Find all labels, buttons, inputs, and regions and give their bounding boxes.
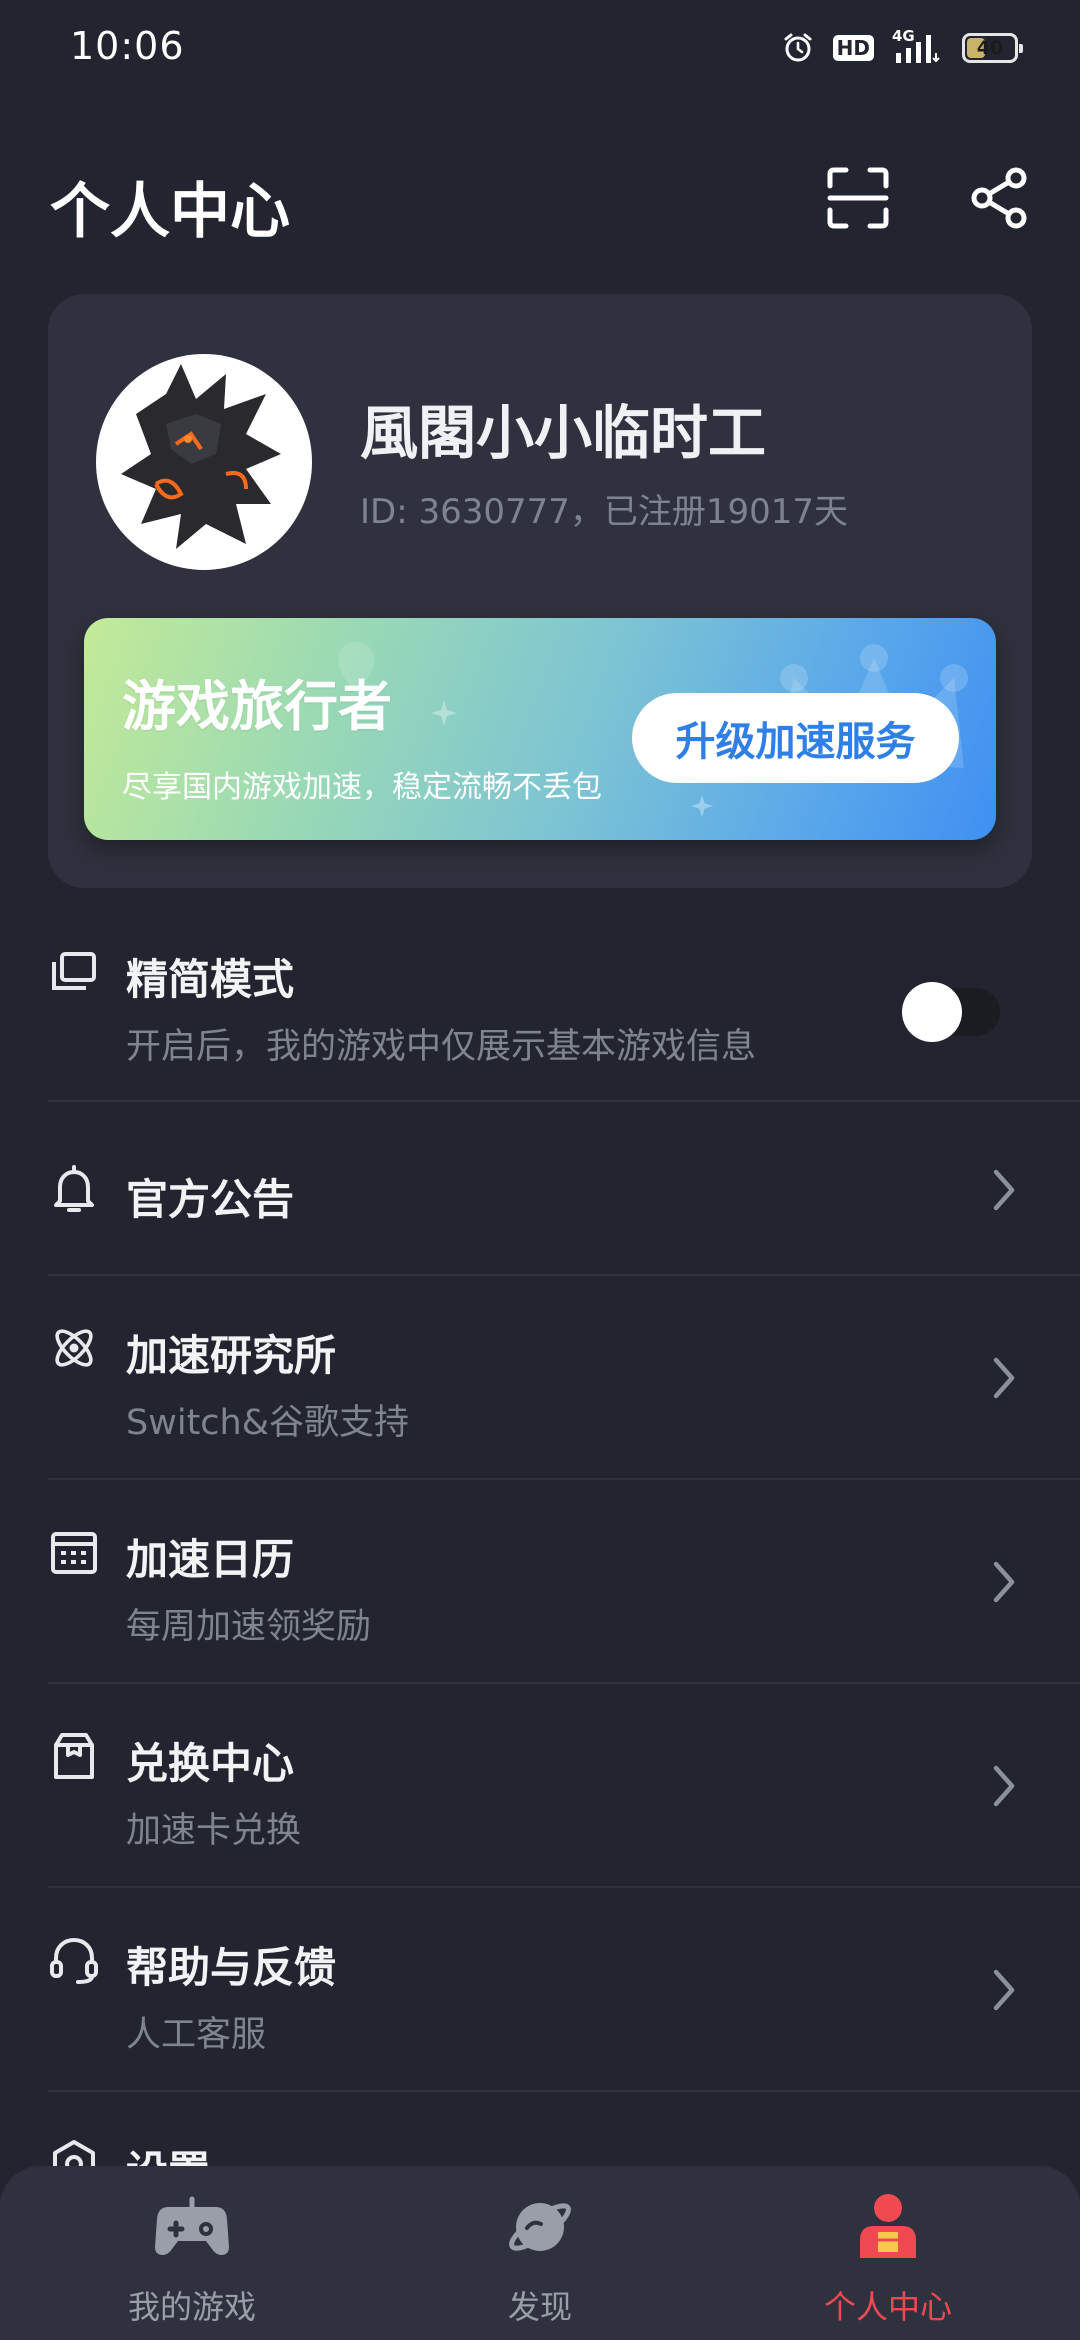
chevron-right-icon [984, 1554, 1024, 1610]
calendar-icon [48, 1526, 100, 1578]
menu-subtitle: 加速卡兑换 [126, 1811, 302, 1851]
menu-subtitle: 开启后，我的游戏中仅展示基本游戏信息 [126, 1027, 757, 1067]
profile-card: 風閣小小临时工 ID: 3630777，已注册19017天 游戏旅行者 尽享国内… [48, 294, 1032, 888]
alarm-icon [784, 33, 812, 62]
nav-label: 个人中心 [823, 2288, 952, 2326]
scan-icon [827, 167, 889, 229]
chevron-right-icon [984, 1162, 1024, 1218]
menu-item-help-feedback[interactable]: 帮助与反馈 人工客服 [48, 1888, 1080, 2092]
vip-banner[interactable]: 游戏旅行者 尽享国内游戏加速，稳定流畅不丢包 升级加速服务 [84, 618, 996, 840]
gamepad-icon [154, 2192, 230, 2262]
menu-title: 加速日历 [126, 1535, 295, 1584]
menu-item-simple-mode[interactable]: 精简模式 开启后，我的游戏中仅展示基本游戏信息 [48, 920, 1080, 1102]
menu-item-redeem-center[interactable]: 兑换中心 加速卡兑换 [48, 1684, 1080, 1888]
username: 風閣小小临时工 [360, 399, 767, 467]
bottom-nav: 我的游戏 发现 个人中心 [0, 2166, 1080, 2340]
simple-mode-toggle[interactable] [902, 982, 1000, 1042]
scan-button[interactable] [820, 160, 896, 236]
vip-title: 游戏旅行者 [122, 675, 392, 738]
chevron-right-icon [984, 1758, 1024, 1814]
planet-icon [502, 2192, 578, 2262]
nav-tab-my-games[interactable]: 我的游戏 [62, 2166, 322, 2340]
menu-title: 精简模式 [126, 955, 295, 1004]
menu-subtitle: 人工客服 [126, 2015, 267, 2055]
menu-title: 帮助与反馈 [126, 1943, 337, 1992]
user-id-line: ID: 3630777，已注册19017天 [360, 492, 849, 532]
screen: 10:06 HD 4G 40 个人中心 風閣小小临时工 ID: 3630777，… [0, 0, 1080, 2340]
chevron-right-icon [984, 1962, 1024, 2018]
menu-item-calendar[interactable]: 加速日历 每周加速领奖励 [48, 1480, 1080, 1684]
nav-tab-discover[interactable]: 发现 [410, 2166, 670, 2340]
battery-level: 40 [976, 37, 1004, 59]
signal-icon: 4G [892, 27, 944, 65]
layers-icon [48, 946, 100, 998]
page-title: 个人中心 [50, 177, 290, 247]
menu-item-research-lab[interactable]: 加速研究所 Switch&谷歌支持 [48, 1276, 1080, 1480]
gift-box-icon [48, 1730, 100, 1782]
chevron-right-icon [984, 1350, 1024, 1406]
share-icon [971, 167, 1027, 229]
menu-title: 加速研究所 [126, 1331, 337, 1380]
share-button[interactable] [962, 160, 1038, 236]
bell-icon [48, 1164, 100, 1216]
status-bar: 10:06 HD 4G 40 [0, 0, 1080, 100]
menu-subtitle: 每周加速领奖励 [126, 1607, 372, 1647]
toggle-knob [902, 982, 962, 1042]
nav-label: 发现 [507, 2288, 572, 2326]
menu-subtitle: Switch&谷歌支持 [126, 1403, 410, 1443]
sparkle-decoration-icon [690, 794, 714, 818]
profile-icon [850, 2192, 926, 2262]
nav-tab-profile[interactable]: 个人中心 [758, 2166, 1018, 2340]
status-icons: HD 4G 40 [781, 27, 1023, 68]
nav-label: 我的游戏 [127, 2288, 256, 2326]
hd-badge: HD [832, 35, 874, 61]
headset-icon [48, 1934, 100, 1986]
vip-subtitle: 尽享国内游戏加速，稳定流畅不丢包 [122, 770, 602, 805]
upgrade-service-button[interactable]: 升级加速服务 [632, 693, 959, 783]
battery-icon: 40 [962, 33, 1023, 63]
status-time: 10:06 [70, 24, 185, 68]
menu-item-announcements[interactable]: 官方公告 [48, 1102, 1080, 1276]
avatar[interactable] [96, 354, 312, 570]
menu-title: 兑换中心 [126, 1739, 295, 1788]
sparkle-decoration-icon [431, 700, 457, 726]
menu-title: 官方公告 [126, 1175, 295, 1224]
atom-icon [48, 1322, 100, 1374]
